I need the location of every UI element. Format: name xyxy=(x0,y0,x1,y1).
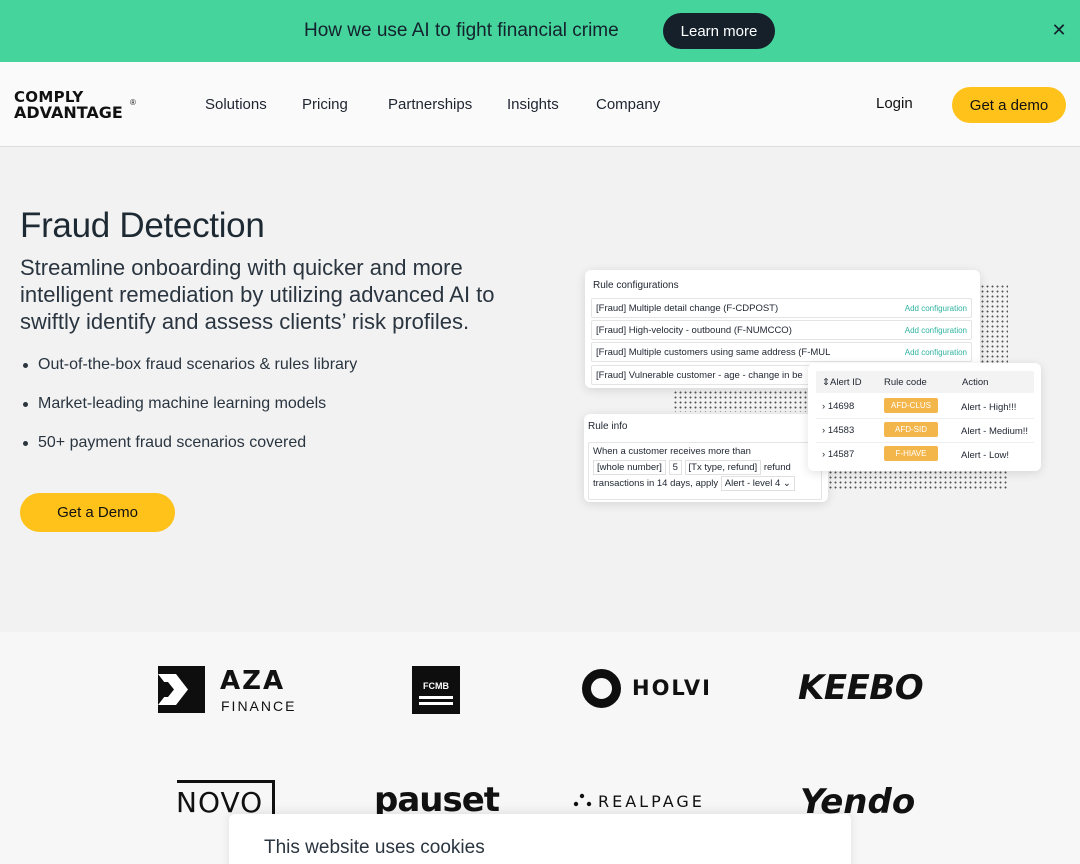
hero-subtitle: Streamline onboarding with quicker and m… xyxy=(20,255,495,334)
nav-item-insights[interactable]: Insights xyxy=(507,96,559,113)
header-rule-code: Rule code xyxy=(884,377,927,388)
holvi-wordmark: HOLVI xyxy=(632,676,712,700)
add-configuration-link[interactable]: Add configuration xyxy=(905,326,967,335)
rule-code-badge: AFD-CLUS xyxy=(884,398,938,413)
cookie-text: This website uses cookies xyxy=(264,837,485,858)
card-title: Rule info xyxy=(588,421,628,432)
registered-mark: ® xyxy=(130,98,136,107)
announcement-banner: How we use AI to fight financial crime L… xyxy=(0,0,1080,62)
sort-icon[interactable]: ⇕ xyxy=(822,377,830,388)
rule-code-badge: F-HIAVE xyxy=(884,446,938,461)
dot-pattern xyxy=(673,390,809,412)
alert-row[interactable]: › 14698 AFD-CLUS Alert - High!!! xyxy=(816,395,1034,419)
feature-list: Out-of-the-box fraud scenarios & rules l… xyxy=(20,356,357,473)
value-chip[interactable]: 5 xyxy=(668,460,682,475)
realpage-dots-icon xyxy=(573,793,592,807)
page-title: Fraud Detection xyxy=(20,206,265,245)
rule-info-line: [whole number] 5 [Tx type, refund] refun… xyxy=(593,460,821,476)
rule-row[interactable]: [Fraud] Multiple detail change (F-CDPOST… xyxy=(591,298,972,318)
card-title: Rule configurations xyxy=(593,280,679,291)
nav-item-company[interactable]: Company xyxy=(596,96,660,113)
alert-id: › 14583 xyxy=(822,425,855,436)
banner-text: How we use AI to fight financial crime xyxy=(304,20,619,41)
alert-id: › 14587 xyxy=(822,449,855,460)
rule-info-line: When a customer receives more than xyxy=(593,446,751,457)
hero-demo-button[interactable]: Get a Demo xyxy=(20,493,175,532)
alert-action: Alert - High!!! xyxy=(961,402,1017,413)
rule-info-line: transactions in 14 days, apply Alert - l… xyxy=(593,476,821,492)
rule-info-text: transactions in 14 days, apply xyxy=(593,478,719,489)
rule-info-card: Rule info When a customer receives more … xyxy=(584,414,828,502)
alert-row[interactable]: › 14587 F-HIAVE Alert - Low! xyxy=(816,443,1034,467)
login-link[interactable]: Login xyxy=(876,95,913,112)
alert-action: Alert - Medium!! xyxy=(961,426,1029,437)
feature-item: 50+ payment fraud scenarios covered xyxy=(20,434,357,473)
aza-finance-wordmark: FINANCE xyxy=(221,698,297,714)
aza-finance-logo xyxy=(158,666,205,713)
cookie-banner: This website uses cookies xyxy=(229,814,851,864)
nav-item-pricing[interactable]: Pricing xyxy=(302,96,348,113)
rule-row[interactable]: [Fraud] High-velocity - outbound (F-NUMC… xyxy=(591,320,972,340)
nav-item-solutions[interactable]: Solutions xyxy=(205,96,267,113)
header-alert-id: Alert ID xyxy=(830,377,862,388)
close-icon[interactable]: ✕ xyxy=(1050,21,1068,39)
dot-pattern xyxy=(980,284,1008,364)
number-chip[interactable]: [whole number] xyxy=(593,460,666,475)
nav-item-partnerships[interactable]: Partnerships xyxy=(388,96,472,113)
alert-action: Alert - Low! xyxy=(961,450,1010,461)
realpage-wordmark: REALPAGE xyxy=(598,792,705,811)
feature-item: Out-of-the-box fraud scenarios & rules l… xyxy=(20,356,357,395)
add-configuration-link[interactable]: Add configuration xyxy=(905,304,967,313)
logo-line2: ADVANTAGE xyxy=(14,103,123,122)
rule-name: [Fraud] High-velocity - outbound (F-NUMC… xyxy=(596,325,792,336)
rule-name: [Fraud] Multiple detail change (F-CDPOST… xyxy=(596,303,779,314)
get-demo-button[interactable]: Get a demo xyxy=(952,87,1066,123)
fcmb-logo: FCMB xyxy=(412,666,460,714)
alert-id: › 14698 xyxy=(822,401,855,412)
alerts-card: ⇕ Alert ID Rule code Action › 14698 AFD-… xyxy=(808,363,1041,471)
rule-row[interactable]: [Fraud] Multiple customers using same ad… xyxy=(591,342,972,362)
rule-name: [Fraud] Multiple customers using same ad… xyxy=(596,347,831,358)
feature-item: Market-leading machine learning models xyxy=(20,395,357,434)
type-chip[interactable]: [Tx type, refund] xyxy=(684,460,762,475)
hero-section: Fraud Detection Streamline onboarding wi… xyxy=(0,148,1080,632)
alert-row[interactable]: › 14583 AFD-SID Alert - Medium!! xyxy=(816,419,1034,443)
dot-pattern xyxy=(828,470,1008,490)
main-nav: COMPLY ADVANTAGE ® Solutions Pricing Par… xyxy=(0,62,1080,147)
refund-text: refund xyxy=(763,462,791,473)
alert-level-select[interactable]: Alert - level 4 ⌄ xyxy=(720,476,795,491)
rule-code-badge: AFD-SID xyxy=(884,422,938,437)
keebo-wordmark: KEEBO xyxy=(798,668,924,708)
aza-wordmark: AZA xyxy=(220,666,286,696)
alerts-header-row: ⇕ Alert ID Rule code Action xyxy=(816,371,1034,393)
header-action: Action xyxy=(962,377,989,388)
fcmb-wordmark: FCMB xyxy=(423,681,449,691)
rule-name: [Fraud] Vulnerable customer - age - chan… xyxy=(596,370,803,381)
rule-info-box: When a customer receives more than [whol… xyxy=(588,442,822,500)
add-configuration-link[interactable]: Add configuration xyxy=(905,348,967,357)
learn-more-button[interactable]: Learn more xyxy=(663,13,775,49)
company-logo[interactable]: COMPLY ADVANTAGE ® xyxy=(14,90,144,122)
holvi-logo-icon xyxy=(582,669,621,708)
